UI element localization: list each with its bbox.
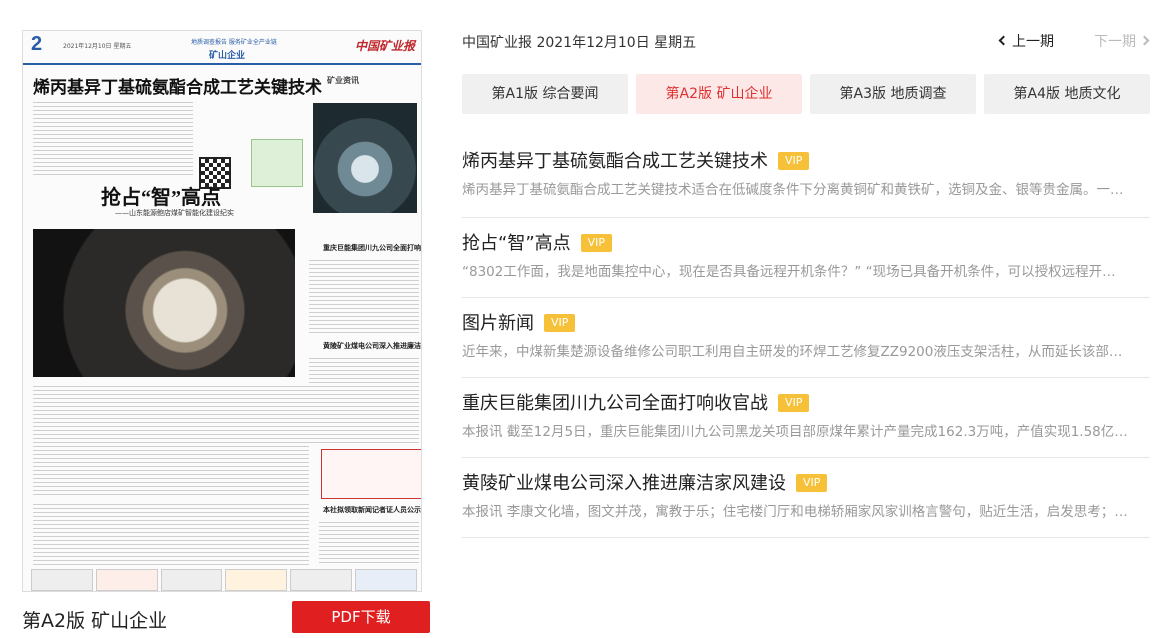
next-issue-link[interactable]: 下一期	[1094, 31, 1150, 51]
list-item[interactable]: 抢占“智”高点 VIP “8302工作面，我是地面集控中心，现在是否具备远程开机条…	[462, 218, 1150, 298]
article-title[interactable]: 黄陵矿业煤电公司深入推进廉洁家风建设	[462, 473, 786, 494]
tab-a3[interactable]: 第A3版 地质调查	[810, 74, 976, 114]
paper-box-title[interactable]: 黄陵矿业煤电公司深入推进廉洁家风建设	[323, 341, 421, 351]
edition-tabs: 第A1版 综合要闻 第A2版 矿山企业 第A3版 地质调查 第A4版 地质文化	[462, 74, 1150, 114]
tab-a1[interactable]: 第A1版 综合要闻	[462, 74, 628, 114]
list-item[interactable]: 重庆巨能集团川九公司全面打响收官战 VIP 本报讯 截至12月5日，重庆巨能集团川…	[462, 378, 1150, 458]
ad-thumb	[355, 569, 417, 591]
issue-date: 中国矿业报 2021年12月10日 星期五	[462, 35, 697, 51]
paper-section: 矿山企业	[209, 50, 246, 60]
article-summary: 烯丙基异丁基硫氨酯合成工艺关键技术适合在低碱度条件下分离黄铜矿和黄铁矿，选铜及金…	[462, 182, 1124, 198]
paper-box-title[interactable]: 本社拟领取新闻记者证人员公示	[323, 505, 421, 515]
chevron-left-icon	[998, 35, 1009, 46]
list-item[interactable]: 烯丙基异丁基硫氨酯合成工艺关键技术 VIP 烯丙基异丁基硫氨酯合成工艺关键技术适合…	[462, 138, 1150, 218]
paper-box-title[interactable]: 重庆巨能集团川九公司全面打响收官战	[323, 243, 421, 253]
tab-a4[interactable]: 第A4版 地质文化	[984, 74, 1150, 114]
list-item[interactable]: 图片新闻 VIP 近年来，中煤新集楚源设备维修公司职工利用自主研发的环焊工艺修复Z…	[462, 298, 1150, 378]
paper-masthead: 中国矿业报	[354, 39, 415, 53]
article-title[interactable]: 图片新闻	[462, 313, 534, 334]
paper-text-block	[33, 501, 309, 565]
vip-badge: VIP	[778, 394, 810, 412]
paper-tag: 矿业资讯	[327, 76, 359, 85]
paper-text-block	[319, 519, 419, 563]
newspaper-page-image[interactable]: 2 2021年12月10日 星期五 地质调查报告 服务矿业全产业链 矿山企业 中…	[22, 30, 422, 592]
prev-issue-label: 上一期	[1012, 34, 1054, 50]
ad-thumb	[290, 569, 353, 591]
paper-text-block	[33, 99, 193, 177]
paper-ads-strip	[31, 569, 417, 591]
vip-badge: VIP	[580, 234, 613, 252]
paper-header: 2 2021年12月10日 星期五 地质调查报告 服务矿业全产业链 矿山企业 中…	[23, 31, 421, 65]
prev-issue-link[interactable]: 上一期	[998, 31, 1054, 51]
article-title[interactable]: 烯丙基异丁基硫氨酯合成工艺关键技术	[462, 151, 768, 172]
paper-subhead-2: ——山东能源鲍店煤矿智能化建设纪实	[115, 209, 234, 217]
article-summary: 本报讯 李康文化墙，图文并茂，寓教于乐；住宅楼门厅和电梯轿厢家风家训格言警句，贴…	[462, 504, 1128, 520]
vip-badge: VIP	[778, 152, 810, 170]
chevron-right-icon	[1139, 35, 1150, 46]
paper-text-block	[309, 355, 419, 445]
next-issue-label: 下一期	[1094, 34, 1136, 50]
list-item[interactable]: 黄陵矿业煤电公司深入推进廉洁家风建设 VIP 本报讯 李康文化墙，图文并茂，寓教于…	[462, 458, 1150, 538]
ad-thumb	[225, 569, 288, 591]
article-list: 烯丙基异丁基硫氨酯合成工艺关键技术 VIP 烯丙基异丁基硫氨酯合成工艺关键技术适合…	[462, 138, 1150, 538]
paper-photo-drill	[33, 229, 295, 377]
paper-date: 2021年12月10日 星期五	[63, 43, 132, 50]
page: 2 2021年12月10日 星期五 地质调查报告 服务矿业全产业链 矿山企业 中…	[0, 0, 1160, 638]
article-summary: 本报讯 截至12月5日，重庆巨能集团川九公司黑龙关项目部原煤年累计产量完成162…	[462, 424, 1128, 440]
paper-photo-pipe	[313, 103, 417, 213]
ad-thumb	[31, 569, 93, 591]
paper-ad-box	[321, 449, 421, 499]
ad-thumb	[95, 569, 158, 591]
paper-text-block	[33, 383, 309, 497]
paper-headline-1[interactable]: 烯丙基异丁基硫氨酯合成工艺关键技术	[33, 73, 322, 98]
vip-badge: VIP	[544, 314, 576, 332]
vip-badge: VIP	[796, 474, 828, 492]
paper-page-number: 2	[31, 33, 43, 55]
edition-caption: 第A2版 矿山企业	[22, 610, 168, 632]
article-title[interactable]: 抢占“智”高点	[462, 233, 571, 254]
paper-headline-2[interactable]: 抢占“智”高点	[101, 181, 221, 210]
tab-a2[interactable]: 第A2版 矿山企业	[636, 74, 802, 114]
article-title[interactable]: 重庆巨能集团川九公司全面打响收官战	[462, 393, 768, 414]
pdf-download-button[interactable]: PDF下载	[292, 601, 430, 633]
paper-text-block	[309, 257, 419, 333]
paper-slogan: 地质调查报告 服务矿业全产业链	[191, 39, 277, 46]
article-summary: “8302工作面，我是地面集控中心，现在是否具备远程开机条件？” “现场已具备开…	[462, 264, 1116, 280]
paper-green-box	[251, 139, 303, 187]
ad-thumb	[160, 569, 223, 591]
article-summary: 近年来，中煤新集楚源设备维修公司职工利用自主研发的环焊工艺修复ZZ9200液压支…	[462, 344, 1123, 360]
